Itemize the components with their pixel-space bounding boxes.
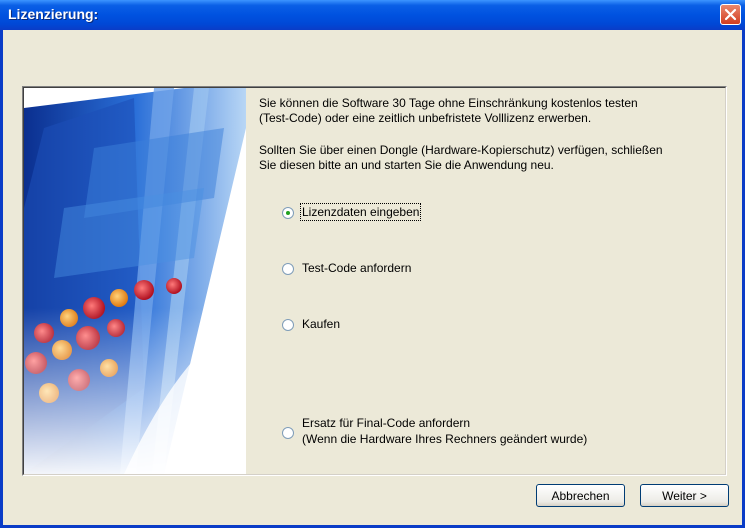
next-button[interactable]: Weiter > bbox=[640, 484, 729, 507]
decorative-artwork bbox=[24, 88, 246, 474]
title-bar[interactable]: Lizenzierung: bbox=[0, 0, 745, 30]
option-label[interactable]: Ersatz für Final-Code anfordern bbox=[302, 416, 470, 430]
close-icon bbox=[724, 8, 737, 21]
radio-button-buy[interactable] bbox=[282, 319, 294, 331]
option-label[interactable]: Kaufen bbox=[302, 317, 340, 331]
intro-paragraph-1: Sie können die Software 30 Tage ohne Ein… bbox=[259, 96, 638, 125]
option-label[interactable]: Test-Code anfordern bbox=[302, 261, 411, 275]
license-dialog: Lizenzierung: Sie können die Software 30… bbox=[0, 0, 745, 528]
radio-button-request-replacement[interactable] bbox=[282, 427, 294, 439]
radio-button-enter-license[interactable] bbox=[282, 207, 294, 219]
content-panel: Sie können die Software 30 Tage ohne Ein… bbox=[22, 86, 727, 476]
close-button[interactable] bbox=[720, 4, 741, 25]
cancel-button[interactable]: Abbrechen bbox=[536, 484, 625, 507]
window-title: Lizenzierung: bbox=[8, 6, 99, 22]
option-sublabel: (Wenn die Hardware Ihres Rechners geände… bbox=[302, 432, 588, 446]
radio-button-request-test-code[interactable] bbox=[282, 263, 294, 275]
option-label[interactable]: Lizenzdaten eingeben bbox=[299, 203, 422, 221]
intro-paragraph-2: Sollten Sie über einen Dongle (Hardware-… bbox=[259, 143, 663, 172]
